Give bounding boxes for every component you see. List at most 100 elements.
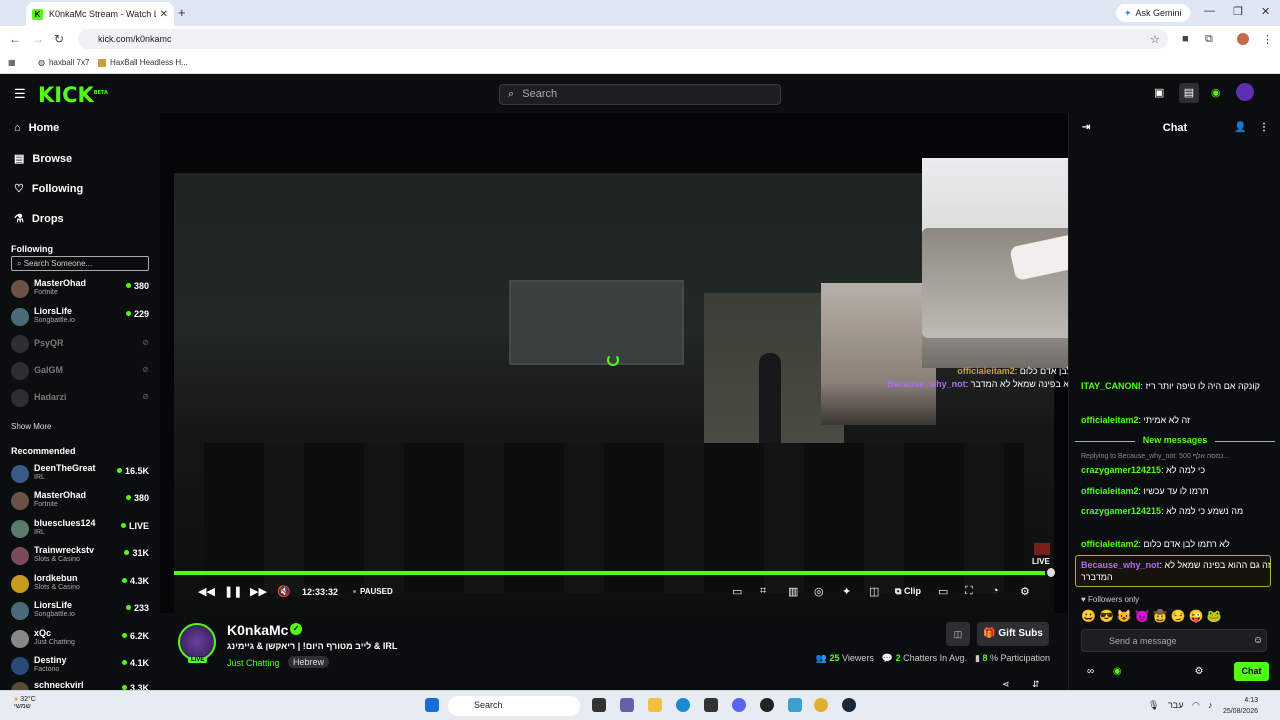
- url-field[interactable]: kick.com/k0nkamc: [78, 29, 1168, 49]
- forward-icon[interactable]: →: [32, 32, 44, 46]
- bookmark-star-icon[interactable]: ☆: [1150, 33, 1160, 46]
- speed-icon[interactable]: ◎: [814, 585, 824, 598]
- camera-icon[interactable]: ▭: [732, 585, 742, 598]
- kick-logo[interactable]: KICKBETA: [38, 83, 108, 107]
- recommended-channel[interactable]: Trainwreckstv Slots & Casino 31K: [11, 544, 151, 568]
- emoji-icon[interactable]: ☺: [1253, 635, 1263, 646]
- show-more-link[interactable]: Show More: [11, 422, 51, 431]
- recommended-channel[interactable]: lordkebun Slots & Casino 4.3K: [11, 572, 151, 596]
- profile-avatar[interactable]: [1237, 33, 1249, 45]
- user-avatar[interactable]: [1236, 83, 1254, 101]
- close-tab-icon[interactable]: ✕: [160, 9, 168, 20]
- chat-settings-gear-icon[interactable]: ⚙: [1194, 666, 1203, 677]
- extension-icon[interactable]: ■: [1182, 33, 1189, 45]
- language-indicator[interactable]: עבר: [1168, 700, 1183, 710]
- settings-gear-icon[interactable]: ⚙: [1020, 585, 1030, 598]
- close-window-icon[interactable]: ✕: [1261, 5, 1270, 18]
- hamburger-menu-icon[interactable]: ☰: [14, 86, 26, 102]
- users-icon[interactable]: 👤: [1234, 113, 1246, 143]
- nav-following[interactable]: ♡ Following: [14, 182, 83, 196]
- discord-icon[interactable]: [732, 698, 746, 712]
- puzzle-icon[interactable]: ⧉: [1205, 33, 1213, 46]
- reload-icon[interactable]: ↻: [54, 32, 64, 46]
- nav-drops[interactable]: ⚗ Drops: [14, 212, 64, 226]
- file-explorer-icon[interactable]: [648, 698, 662, 712]
- back-icon[interactable]: ←: [9, 32, 21, 46]
- fast-forward-icon[interactable]: ▶▶: [250, 585, 267, 598]
- volume-icon[interactable]: ♪: [1208, 700, 1213, 710]
- theater-mode-icon[interactable]: ▣: [1154, 86, 1164, 99]
- new-messages-divider[interactable]: New messages: [1075, 435, 1275, 445]
- streamer-avatar[interactable]: [178, 623, 216, 661]
- chat-bubble-icon: 💬: [881, 653, 896, 663]
- pip-icon[interactable]: ◫: [869, 585, 879, 598]
- terminal-icon[interactable]: [704, 698, 718, 712]
- new-tab-icon[interactable]: +: [178, 5, 186, 20]
- steam-icon[interactable]: [842, 698, 856, 712]
- bookmark-haxball-headless[interactable]: HaxBall Headless H...: [98, 58, 188, 67]
- progress-bar[interactable]: [174, 571, 1046, 575]
- share-icon[interactable]: ⋖: [1002, 679, 1010, 690]
- browser-tab[interactable]: K K0nkaMc Stream - Watch Live o ✕: [26, 2, 174, 26]
- sparkle-icon[interactable]: ✦: [842, 585, 851, 598]
- language-tag[interactable]: Hebrew: [288, 656, 330, 668]
- task-view-icon[interactable]: [592, 698, 606, 712]
- edge-icon[interactable]: [676, 698, 690, 712]
- minimize-icon[interactable]: —: [1204, 5, 1215, 17]
- recommended-channel[interactable]: LiorsLife Songbattle.io 233: [11, 599, 151, 623]
- layout-toggle-icon[interactable]: ▤: [1179, 83, 1199, 103]
- app-icon[interactable]: [760, 698, 774, 712]
- recommended-channel[interactable]: DeenTheGreat IRL 16.5K: [11, 462, 151, 486]
- following-search-input[interactable]: ⌕ Search Someone...: [11, 256, 149, 271]
- nav-home[interactable]: ⌂ Home: [14, 122, 59, 134]
- mute-icon[interactable]: 🔇: [277, 585, 291, 598]
- recommended-channel[interactable]: Destiny Factorio 4.1K: [11, 654, 151, 678]
- following-channel-offline[interactable]: Hadarzi ⊘: [11, 386, 151, 410]
- pause-icon[interactable]: ❚❚: [224, 585, 242, 598]
- site-search-input[interactable]: ⌕ Search: [499, 84, 781, 105]
- following-channel[interactable]: LiorsLife Songbattle.io 229: [11, 305, 151, 329]
- teams-icon[interactable]: [620, 698, 634, 712]
- progress-handle[interactable]: [1047, 568, 1055, 577]
- app-icon[interactable]: [788, 698, 802, 712]
- collapse-chat-icon[interactable]: ⇥: [1082, 113, 1090, 143]
- following-channel[interactable]: MasterOhad Fortnite 380: [11, 277, 151, 301]
- maximize-icon[interactable]: ❐: [1233, 5, 1243, 18]
- mic-icon[interactable]: 🎙: [1148, 700, 1159, 711]
- following-channel-offline[interactable]: GalGM ⊘: [11, 359, 151, 383]
- clip-button[interactable]: ⧉ Clip: [895, 586, 921, 597]
- fullscreen-icon[interactable]: ⛶: [965, 585, 973, 598]
- chrome-icon[interactable]: [814, 698, 828, 712]
- theater-icon[interactable]: ▭: [938, 585, 948, 598]
- taskbar-search[interactable]: Search: [448, 696, 580, 716]
- crop-icon[interactable]: ⌗: [760, 585, 766, 598]
- emote-bar[interactable]: 😀😎😺😈🤠😏😜🐸: [1081, 609, 1225, 623]
- wifi-icon[interactable]: ◠: [1192, 700, 1200, 711]
- gift-subs-button[interactable]: 🎁 Gift Subs: [977, 622, 1049, 646]
- share-small-button[interactable]: ◫: [946, 622, 970, 646]
- bookmark-haxball[interactable]: ◍ haxball 7x7: [38, 58, 89, 67]
- mod-icon[interactable]: ⇵: [1032, 679, 1040, 690]
- rewind-icon[interactable]: ◀◀: [198, 585, 215, 598]
- kick-coin-icon[interactable]: ◉: [1211, 86, 1221, 99]
- ask-gemini-button[interactable]: ✦ Ask Gemini: [1116, 4, 1190, 22]
- nav-browse[interactable]: ▤ Browse: [14, 152, 72, 166]
- infinity-icon[interactable]: ∞: [1087, 666, 1094, 677]
- streamer-name[interactable]: K0nkaMc: [227, 622, 288, 638]
- menu-dots-icon[interactable]: ⋮: [1262, 33, 1273, 46]
- quality-icon[interactable]: ◔: [992, 585, 999, 597]
- recommended-channel[interactable]: MasterOhad Fortnite 380: [11, 489, 151, 513]
- send-message-input[interactable]: Send a message: [1081, 629, 1267, 652]
- apps-grid-icon[interactable]: ▦: [8, 58, 16, 67]
- stats-icon[interactable]: ▥: [788, 585, 798, 598]
- recommended-channel[interactable]: xQc Just Chatting 6.2K: [11, 627, 151, 651]
- system-clock[interactable]: 4:13 25/08/2026: [1223, 695, 1258, 717]
- kick-coin-icon[interactable]: ◉: [1113, 666, 1122, 677]
- following-channel-offline[interactable]: PsyQR ⊘: [11, 332, 151, 356]
- chat-send-button[interactable]: Chat: [1234, 662, 1269, 681]
- stream-category[interactable]: Just Chatting: [227, 658, 280, 668]
- weather-widget[interactable]: ● 32°C שמשי: [14, 696, 36, 710]
- windows-start-icon[interactable]: [425, 698, 439, 712]
- chat-more-icon[interactable]: ⋮: [1259, 113, 1269, 143]
- recommended-channel[interactable]: bluesclues124 IRL LIVE: [11, 517, 151, 541]
